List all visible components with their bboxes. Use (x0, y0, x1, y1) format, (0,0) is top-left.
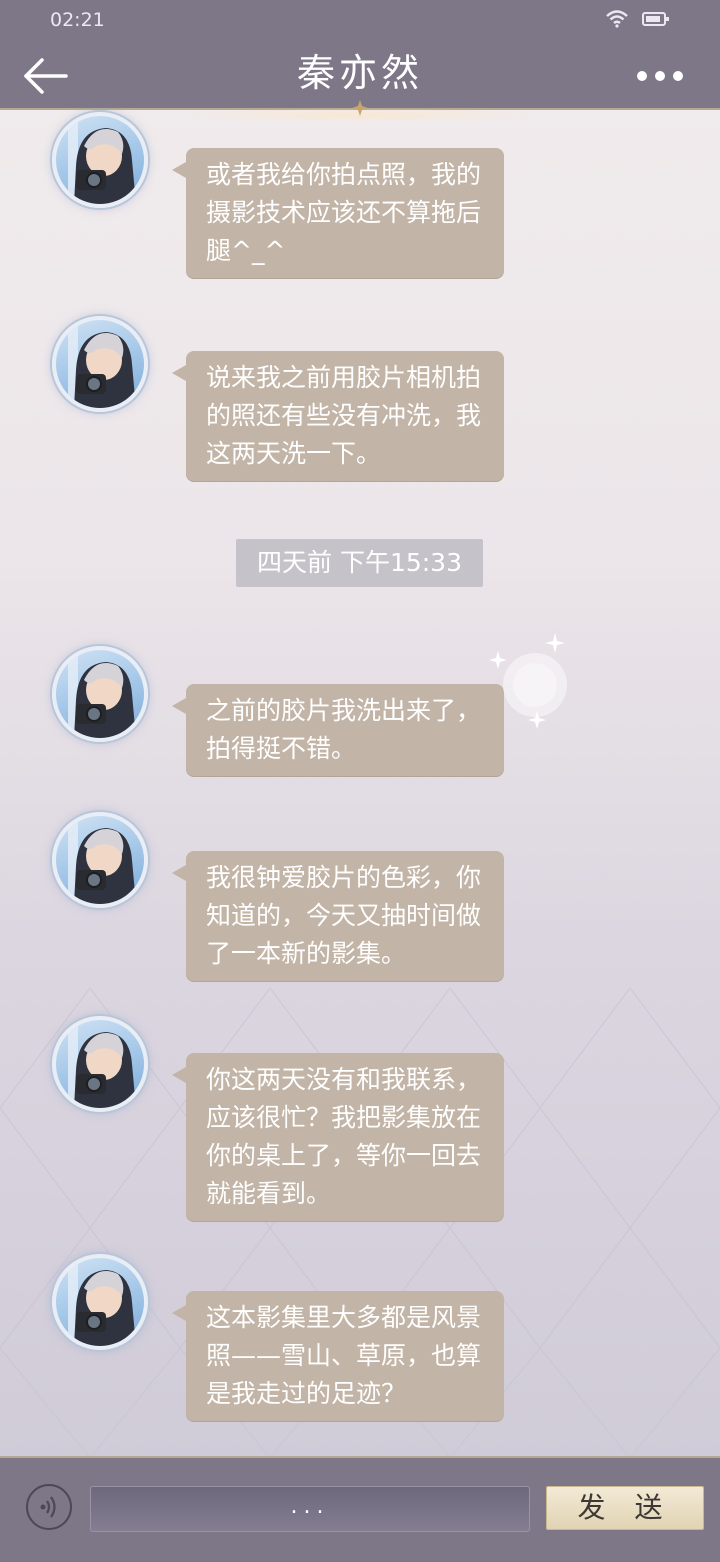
chat-area[interactable]: 或者我给你拍点照，我的摄影技术应该还不算拖后腿^_^ 说来我之前用胶片相机拍的照… (0, 108, 720, 1456)
voice-button[interactable] (26, 1484, 72, 1530)
ellipsis-icon (637, 71, 683, 81)
status-time: 02:21 (50, 9, 105, 31)
avatar[interactable] (52, 646, 148, 742)
voice-icon (40, 1496, 56, 1518)
message-text: 你这两天没有和我联系，应该很忙？我把影集放在你的桌上了，等你一回去就能看到。 (206, 1065, 482, 1208)
avatar[interactable] (52, 1016, 148, 1112)
input-bar: ... 发 送 (0, 1456, 720, 1562)
message-bubble: 说来我之前用胶片相机拍的照还有些没有冲洗，我这两天洗一下。 (172, 351, 504, 481)
message-text: 说来我之前用胶片相机拍的照还有些没有冲洗，我这两天洗一下。 (206, 363, 482, 468)
message-text: 我很钟爱胶片的色彩，你知道的，今天又抽时间做了一本新的影集。 (206, 863, 482, 968)
message-bubble: 我很钟爱胶片的色彩，你知道的，今天又抽时间做了一本新的影集。 (172, 851, 504, 981)
timestamp-divider: 四天前 下午15:33 (236, 539, 483, 587)
avatar[interactable] (52, 316, 148, 412)
message-bubble: 你这两天没有和我联系，应该很忙？我把影集放在你的桌上了，等你一回去就能看到。 (172, 1053, 504, 1221)
wifi-icon (606, 10, 628, 28)
sparkle-icon (489, 633, 567, 729)
battery-icon (642, 12, 669, 26)
status-bar: 02:21 (0, 0, 720, 40)
more-button[interactable] (634, 66, 686, 86)
message-text: 这本影集里大多都是风景照——雪山、草原，也算是我走过的足迹？ (206, 1303, 482, 1408)
send-button[interactable]: 发 送 (546, 1486, 704, 1530)
message-text: 之前的胶片我洗出来了，拍得挺不错。 (206, 696, 482, 763)
message-bubble: 这本影集里大多都是风景照——雪山、草原，也算是我走过的足迹？ (172, 1291, 504, 1421)
avatar[interactable] (52, 112, 148, 208)
message-text: 或者我给你拍点照，我的摄影技术应该还不算拖后腿^_^ (206, 160, 482, 265)
message-input[interactable]: ... (90, 1486, 530, 1532)
message-bubble: 之前的胶片我洗出来了，拍得挺不错。 (172, 684, 504, 776)
message-bubble: 或者我给你拍点照，我的摄影技术应该还不算拖后腿^_^ (172, 148, 504, 278)
page-title: 秦亦然 (296, 51, 423, 95)
status-icons (606, 10, 670, 28)
avatar[interactable] (52, 812, 148, 908)
avatar[interactable] (52, 1254, 148, 1350)
